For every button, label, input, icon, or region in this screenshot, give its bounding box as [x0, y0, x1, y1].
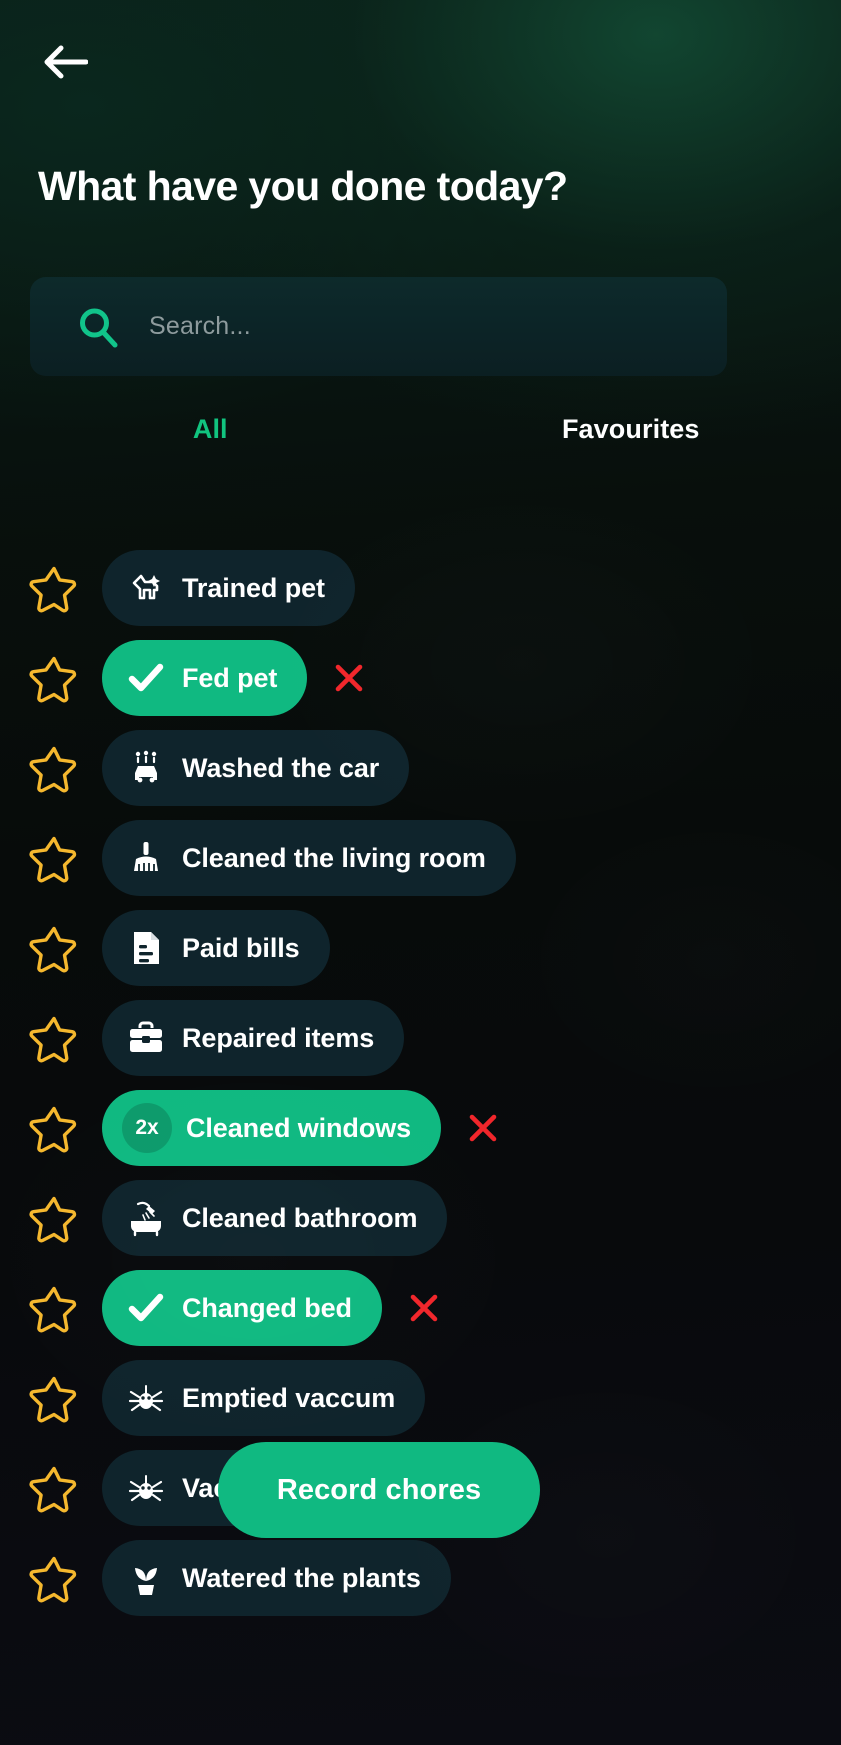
chore-pill[interactable]: Cleaned the living room: [102, 820, 516, 896]
chore-label: Cleaned bathroom: [182, 1202, 418, 1233]
tab-favourites[interactable]: Favourites: [421, 408, 841, 451]
chore-row: Cleaned the living room: [0, 813, 841, 903]
chore-pill[interactable]: Fed pet: [102, 640, 308, 716]
invoice-icon: [126, 928, 166, 968]
favourite-star-icon[interactable]: [28, 652, 80, 704]
favourite-star-icon[interactable]: [28, 922, 80, 974]
favourite-star-icon[interactable]: [28, 742, 80, 794]
chore-row: Repaired items: [0, 993, 841, 1083]
chore-label: Trained pet: [182, 572, 325, 603]
check-icon: [126, 658, 166, 698]
remove-chore-icon[interactable]: [463, 1108, 503, 1148]
plant-icon: [126, 1558, 166, 1598]
toolbox-icon: [126, 1018, 166, 1058]
remove-chore-icon[interactable]: [329, 658, 369, 698]
chore-pill[interactable]: Trained pet: [102, 550, 355, 626]
dog-icon: [126, 568, 166, 608]
favourite-star-icon[interactable]: [28, 1282, 80, 1334]
favourite-star-icon[interactable]: [28, 562, 80, 614]
favourite-star-icon[interactable]: [28, 1552, 80, 1604]
chore-pill[interactable]: Watered the plants: [102, 1540, 451, 1616]
chore-label: Fed pet: [182, 662, 278, 693]
chore-row: Trained pet: [0, 543, 841, 633]
search-input[interactable]: [149, 301, 727, 352]
chore-row: Watered the plants: [0, 1533, 841, 1623]
search-icon: [77, 306, 119, 348]
chore-row: 2x Cleaned windows: [0, 1083, 841, 1173]
chore-label: Cleaned windows: [186, 1112, 412, 1143]
tab-all[interactable]: All: [0, 408, 421, 451]
record-chores-button[interactable]: Record chores: [218, 1442, 540, 1538]
favourite-star-icon[interactable]: [28, 1192, 80, 1244]
chore-pill[interactable]: Repaired items: [102, 1000, 405, 1076]
filter-tabs: All Favourites: [0, 408, 841, 451]
broom-icon: [126, 838, 166, 878]
chore-pill[interactable]: Changed bed: [102, 1270, 382, 1346]
favourite-star-icon[interactable]: [28, 1102, 80, 1154]
chore-label: Repaired items: [182, 1022, 375, 1053]
chore-label: Paid bills: [182, 932, 300, 963]
app-screen: What have you done today? All Favourites…: [0, 0, 841, 1745]
search-bar[interactable]: [30, 277, 727, 376]
favourite-star-icon[interactable]: [28, 1462, 80, 1514]
chore-row: Paid bills: [0, 903, 841, 993]
car-wash-icon: [126, 748, 166, 788]
favourite-star-icon[interactable]: [28, 1012, 80, 1064]
chore-row: Emptied vaccum: [0, 1353, 841, 1443]
favourite-star-icon[interactable]: [28, 1372, 80, 1424]
remove-chore-icon[interactable]: [404, 1288, 444, 1328]
chore-label: Changed bed: [182, 1292, 352, 1323]
back-button[interactable]: [34, 36, 96, 88]
favourite-star-icon[interactable]: [28, 832, 80, 884]
chore-row: Changed bed: [0, 1263, 841, 1353]
chore-pill[interactable]: Emptied vaccum: [102, 1360, 426, 1436]
chore-row: Washed the car: [0, 723, 841, 813]
arrow-left-icon: [42, 44, 88, 80]
chore-count-badge: 2x: [122, 1103, 172, 1153]
vacuum-icon: [126, 1468, 166, 1508]
chore-label: Cleaned the living room: [182, 842, 486, 873]
chore-row: Cleaned bathroom: [0, 1173, 841, 1263]
chore-pill[interactable]: Paid bills: [102, 910, 330, 986]
check-icon: [126, 1288, 166, 1328]
bathtub-icon: [126, 1198, 166, 1238]
chore-pill[interactable]: Washed the car: [102, 730, 410, 806]
page-title: What have you done today?: [38, 163, 568, 209]
chore-label: Emptied vaccum: [182, 1382, 396, 1413]
chore-pill[interactable]: Cleaned bathroom: [102, 1180, 448, 1256]
chore-label: Watered the plants: [182, 1562, 421, 1593]
chore-pill[interactable]: 2x Cleaned windows: [102, 1090, 442, 1166]
vacuum-icon: [126, 1378, 166, 1418]
chore-row: Fed pet: [0, 633, 841, 723]
chore-label: Washed the car: [182, 752, 380, 783]
